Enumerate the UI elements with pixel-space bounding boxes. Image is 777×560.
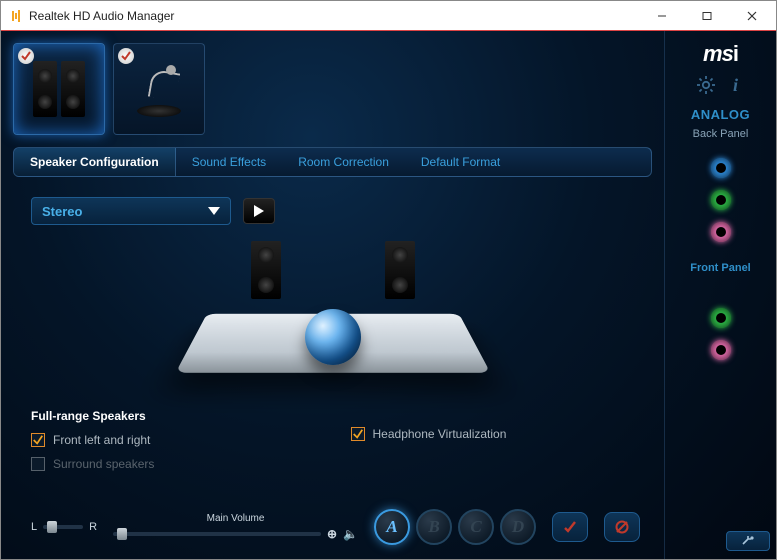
speaker-config-dropdown[interactable]: Stereo: [31, 197, 231, 225]
checkbox-surround: Surround speakers: [31, 457, 315, 471]
jack-front-pink[interactable]: [711, 340, 731, 360]
device-microphone[interactable]: [113, 43, 205, 135]
preset-a-button[interactable]: A: [374, 509, 410, 545]
speaker-volume-icon[interactable]: 🔈: [343, 527, 358, 541]
maximize-button[interactable]: [684, 2, 729, 30]
tab-room-correction[interactable]: Room Correction: [282, 148, 405, 176]
preset-delete-button[interactable]: [604, 512, 640, 542]
preset-b-button[interactable]: B: [416, 509, 452, 545]
balance-thumb[interactable]: [47, 521, 57, 533]
speakers-icon: [33, 61, 85, 117]
brand-logo: msi: [703, 41, 738, 67]
speaker-stage: [13, 235, 652, 405]
jack-back-pink[interactable]: [711, 222, 731, 242]
bottom-bar: L R Main Volume ⊕ 🔈 A B: [13, 501, 652, 549]
device-speakers[interactable]: [13, 43, 105, 135]
main-volume-thumb[interactable]: [117, 528, 127, 540]
balance-slider[interactable]: L R: [31, 521, 97, 533]
titlebar: Realtek HD Audio Manager: [1, 1, 776, 31]
info-button[interactable]: i: [726, 75, 746, 95]
window-title: Realtek HD Audio Manager: [29, 9, 174, 23]
preset-c-button[interactable]: C: [458, 509, 494, 545]
volume-boost-icon[interactable]: ⊕: [327, 527, 337, 541]
tab-sound-effects[interactable]: Sound Effects: [176, 148, 283, 176]
jack-back-blue[interactable]: [711, 158, 731, 178]
front-panel-jacks: [711, 308, 731, 360]
main-volume-label: Main Volume: [207, 513, 265, 524]
checkbox-front-lr-label: Front left and right: [53, 433, 150, 447]
tab-bar: Speaker Configuration Sound Effects Room…: [13, 147, 652, 177]
full-range-heading: Full-range Speakers: [31, 409, 315, 423]
preset-buttons: A B C D: [374, 509, 536, 545]
preset-d-button[interactable]: D: [500, 509, 536, 545]
settings-button[interactable]: [696, 75, 716, 95]
main-volume-slider[interactable]: [113, 532, 321, 536]
close-button[interactable]: [729, 2, 774, 30]
play-icon: [254, 205, 264, 217]
side-panel: msi i ANALOG Back Panel Front Panel: [664, 31, 776, 559]
device-microphone-check[interactable]: [118, 48, 134, 64]
balance-right-label: R: [89, 521, 97, 533]
microphone-icon: [140, 61, 178, 117]
connector-settings-button[interactable]: [726, 531, 770, 551]
app-icon: [9, 9, 23, 23]
device-row: [13, 43, 652, 135]
test-play-button[interactable]: [243, 198, 275, 224]
front-right-speaker-icon[interactable]: [385, 241, 415, 299]
back-panel-label: Back Panel: [693, 128, 749, 140]
tab-default-format[interactable]: Default Format: [405, 148, 516, 176]
checkbox-front-lr[interactable]: Front left and right: [31, 433, 315, 447]
balance-left-label: L: [31, 521, 37, 533]
jack-back-green[interactable]: [711, 190, 731, 210]
front-panel-label: Front Panel: [690, 262, 751, 274]
front-left-speaker-icon[interactable]: [251, 241, 281, 299]
checkbox-headphone-virt-label: Headphone Virtualization: [373, 427, 507, 441]
jack-front-green[interactable]: [711, 308, 731, 328]
preset-save-button[interactable]: [552, 512, 588, 542]
listener-icon: [305, 309, 361, 365]
app-window: Realtek HD Audio Manager Speaker Configu…: [0, 0, 777, 560]
checkbox-surround-label: Surround speakers: [53, 457, 154, 471]
tab-speaker-configuration[interactable]: Speaker Configuration: [14, 148, 176, 176]
back-panel-jacks: [711, 158, 731, 242]
minimize-button[interactable]: [639, 2, 684, 30]
chevron-down-icon: [208, 207, 220, 215]
device-speakers-check[interactable]: [18, 48, 34, 64]
analog-heading: ANALOG: [691, 107, 750, 122]
speaker-config-value: Stereo: [42, 204, 82, 219]
checkbox-headphone-virtualization[interactable]: Headphone Virtualization: [351, 427, 635, 441]
